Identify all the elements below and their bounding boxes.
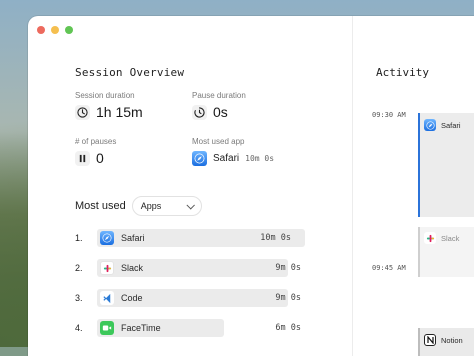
activity-title: Activity [376, 66, 429, 79]
clock-icon [75, 104, 90, 120]
notion-icon [424, 334, 436, 346]
most-used-app-time: 10m 0s [245, 154, 275, 163]
app-duration: 6m 0s [275, 323, 301, 333]
pause-duration-value: 0s [213, 104, 228, 120]
list-item[interactable]: 2. Slack 9m 0s [75, 259, 301, 277]
timeline-time: 09:30 AM [372, 111, 406, 119]
timeline-entry: Safari [424, 119, 461, 131]
most-used-header: Most used Apps [75, 196, 202, 216]
minimize-button[interactable] [51, 26, 59, 34]
safari-icon [192, 151, 207, 166]
session-duration-label: Session duration [75, 91, 135, 100]
app-duration: 9m 0s [275, 263, 301, 273]
most-used-app-label: Most used app [192, 137, 245, 146]
app-duration: 10m 0s [260, 233, 291, 243]
most-used-app-name: Safari [213, 153, 240, 164]
list-item[interactable]: 3. Code 9m 0s [75, 289, 301, 307]
app-duration: 9m 0s [275, 293, 301, 303]
pauses-count-label: # of pauses [75, 137, 117, 146]
rank: 3. [75, 293, 83, 303]
pauses-count: 0 [75, 150, 104, 166]
filter-value: Apps [140, 201, 162, 211]
most-used-filter-dropdown[interactable]: Apps [131, 196, 202, 216]
pauses-count-value: 0 [96, 150, 104, 166]
timeline-app-name: Safari [441, 120, 461, 130]
timeline-app-name: Notion [441, 335, 463, 345]
app-name: FaceTime [121, 323, 161, 333]
list-item[interactable]: 4. FaceTime 6m 0s [75, 319, 301, 337]
session-duration-value: 1h 15m [96, 104, 143, 120]
usage-bar: FaceTime [97, 319, 224, 337]
session-duration: 1h 15m [75, 104, 143, 120]
facetime-icon [100, 321, 114, 335]
chevron-down-icon [186, 201, 195, 210]
timeline-entry: Slack [424, 232, 459, 244]
pause-duration: 0s [192, 104, 228, 120]
pause-duration-label: Pause duration [192, 91, 246, 100]
zoom-button[interactable] [65, 26, 73, 34]
safari-icon [424, 119, 436, 131]
rank: 2. [75, 263, 83, 273]
slack-icon [100, 261, 114, 275]
most-used-label: Most used [75, 200, 126, 212]
slack-icon [424, 232, 436, 244]
pause-icon [75, 150, 90, 166]
rank: 1. [75, 233, 83, 243]
session-overview-title: Session Overview [75, 66, 185, 79]
safari-icon [100, 231, 114, 245]
vscode-icon [100, 291, 114, 305]
app-name: Code [121, 293, 143, 303]
timeline-app-name: Slack [441, 233, 460, 243]
rank: 4. [75, 323, 83, 333]
timeline-entry: Notion [424, 334, 463, 346]
most-used-app: Safari 10m 0s [192, 151, 274, 166]
app-name: Safari [121, 233, 145, 243]
pause-timer-icon [192, 104, 207, 120]
window-controls [37, 26, 73, 34]
app-name: Slack [121, 263, 144, 273]
timeline-time: 09:45 AM [372, 264, 406, 272]
panel-divider [352, 16, 353, 356]
list-item[interactable]: 1. Safari 10m 0s [75, 229, 305, 247]
app-window: Session Overview Session duration 1h 15m… [28, 16, 474, 356]
close-button[interactable] [37, 26, 45, 34]
